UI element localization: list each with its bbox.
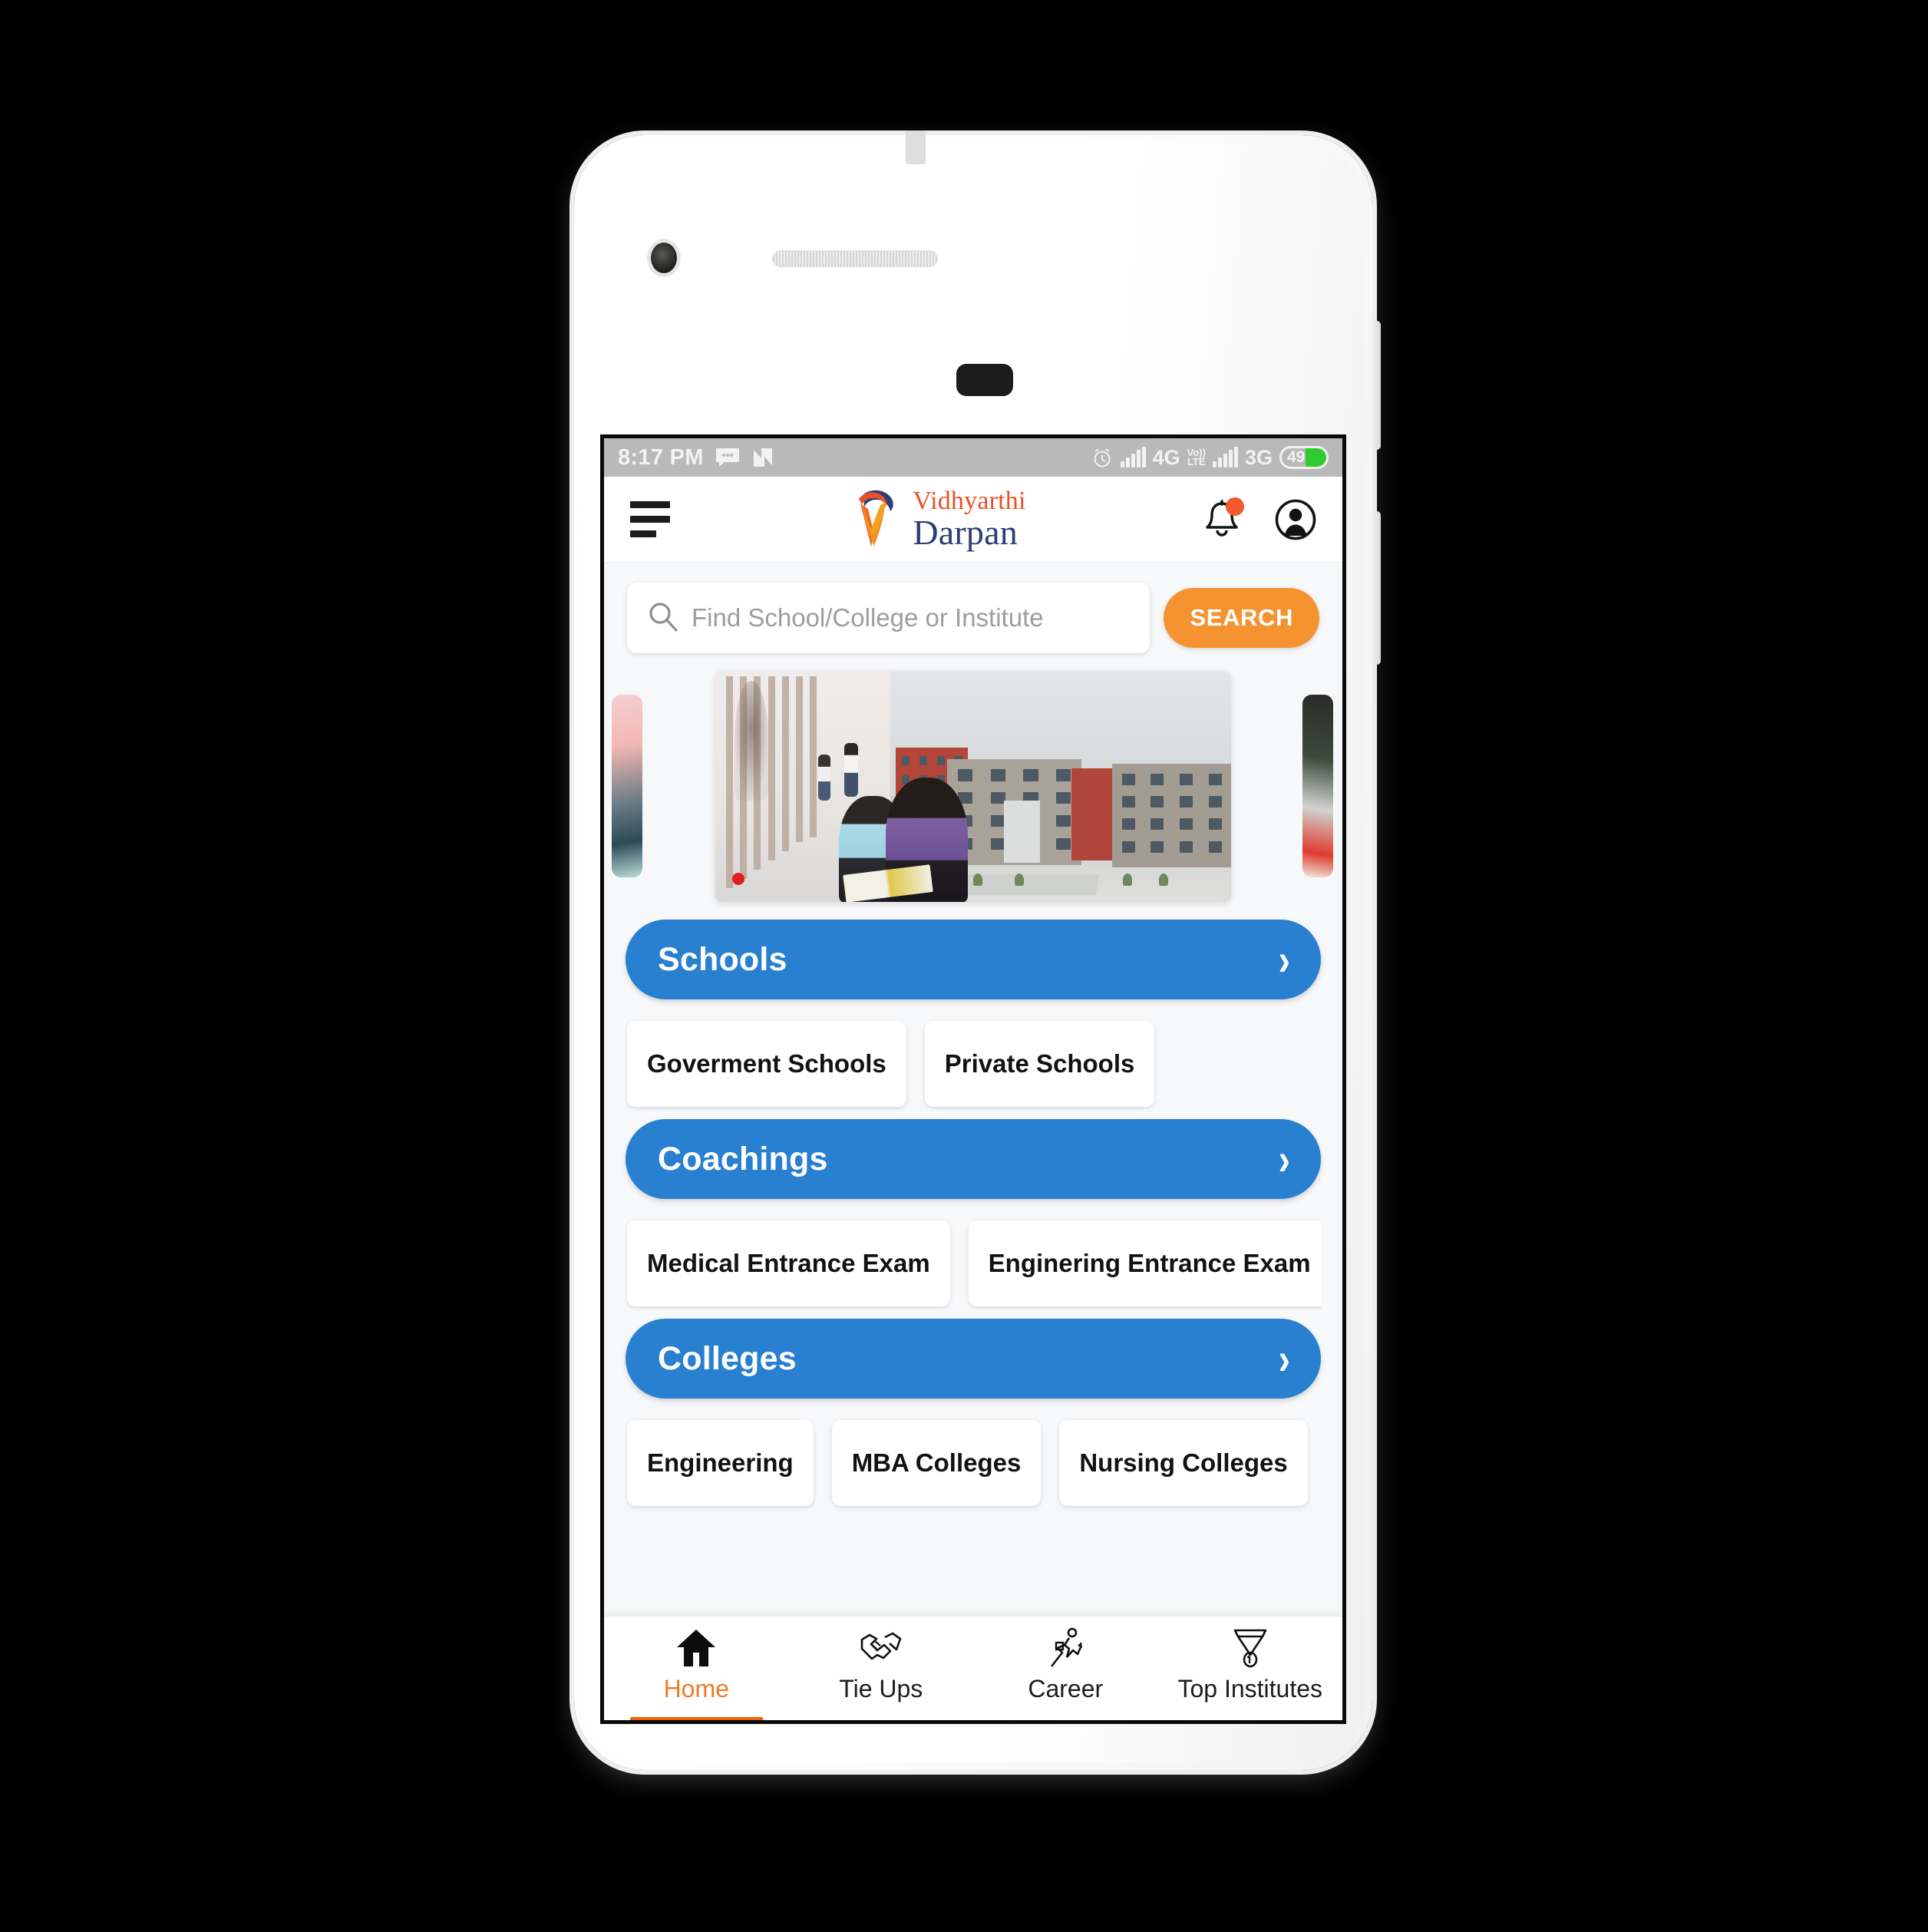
banner-person-2	[844, 742, 858, 797]
volume-button[interactable]	[1370, 511, 1381, 665]
brand-name-line-1: Vidhyarthi	[913, 487, 1026, 516]
volte-bottom: LTE	[1187, 456, 1206, 467]
carousel-slide-active[interactable]	[715, 671, 1231, 902]
section-header-colleges[interactable]: Colleges ›	[626, 1319, 1321, 1399]
medal-icon	[1230, 1626, 1270, 1670]
section-coachings: Coachings › Medical Entrance Exam Engine…	[604, 1119, 1342, 1311]
nav-item-career[interactable]: Career	[973, 1617, 1158, 1720]
section-schools: Schools › Goverment Schools Private Scho…	[604, 920, 1342, 1111]
power-button[interactable]	[1370, 321, 1381, 450]
search-field-wrapper[interactable]	[627, 583, 1151, 653]
search-input[interactable]	[692, 603, 1131, 632]
career-growth-icon	[1044, 1626, 1087, 1670]
sensor-notch	[956, 364, 1013, 396]
battery-fill	[1306, 448, 1326, 467]
chip-goverment-schools[interactable]: Goverment Schools	[627, 1021, 906, 1107]
app-scroll-body[interactable]: SEARCH	[604, 563, 1343, 1720]
nav-label-career: Career	[1028, 1675, 1104, 1702]
chevron-right-icon: ›	[1278, 934, 1290, 985]
phone-screen: 8:17 PM 4G Vo)) LTE 3G 49 Vidhyarthi Dar…	[600, 434, 1346, 1724]
sms-icon	[715, 447, 741, 468]
carousel-indicator-dot[interactable]	[732, 872, 744, 885]
banner-building-grey-2	[1112, 763, 1231, 867]
battery-level-label: 49	[1287, 448, 1306, 466]
search-button[interactable]: SEARCH	[1164, 588, 1319, 648]
earpiece-speaker	[772, 250, 938, 267]
hamburger-menu-icon[interactable]	[630, 501, 673, 537]
bottom-navigation-bar: Home Tie Ups Career Top Institutes	[604, 1616, 1343, 1720]
banner-entrance	[1004, 800, 1041, 863]
phone-device-frame: 8:17 PM 4G Vo)) LTE 3G 49 Vidhyarthi Dar…	[574, 130, 1381, 1770]
nav-item-top-institutes[interactable]: Top Institutes	[1158, 1617, 1343, 1720]
signal-bars-3g-icon	[1212, 447, 1238, 467]
banner-person-1	[818, 754, 831, 801]
menu-bar-2	[630, 516, 670, 523]
handshake-icon	[859, 1626, 903, 1670]
signal-bars-4g-icon	[1120, 447, 1146, 467]
status-bar: 8:17 PM 4G Vo)) LTE 3G 49	[604, 438, 1342, 477]
menu-bar-1	[630, 501, 670, 508]
chevron-right-icon: ›	[1278, 1134, 1290, 1184]
section-header-coachings[interactable]: Coachings ›	[626, 1119, 1321, 1199]
chip-row-schools[interactable]: Goverment Schools Private Schools	[626, 999, 1321, 1111]
app-header: Vidhyarthi Darpan	[604, 477, 1342, 563]
volte-icon: Vo)) LTE	[1187, 447, 1206, 467]
nav-label-tie-ups: Tie Ups	[839, 1675, 923, 1702]
banner-carousel[interactable]	[604, 671, 1342, 902]
antenna-band	[906, 130, 926, 164]
chip-enginering-entrance-exam[interactable]: Enginering Entrance Exam	[968, 1220, 1321, 1306]
nfc-n-icon	[751, 446, 774, 469]
network-type-3g: 3G	[1244, 445, 1273, 469]
menu-bar-3	[630, 530, 656, 537]
chip-mba-colleges[interactable]: MBA Colleges	[831, 1420, 1042, 1506]
nav-item-tie-ups[interactable]: Tie Ups	[789, 1617, 974, 1720]
brand-name-line-2: Darpan	[913, 512, 1018, 552]
search-icon	[647, 600, 679, 636]
section-colleges: Colleges › Engineering MBA Colleges Nurs…	[604, 1319, 1342, 1511]
chip-row-colleges[interactable]: Engineering MBA Colleges Nursing College…	[626, 1399, 1321, 1511]
section-header-schools[interactable]: Schools ›	[626, 920, 1321, 999]
nav-label-top-institutes: Top Institutes	[1177, 1675, 1323, 1702]
status-bar-clock: 8:17 PM	[618, 444, 704, 470]
chip-engineering[interactable]: Engineering	[627, 1420, 814, 1506]
logo-mark-icon	[859, 490, 894, 547]
carousel-slide-previous[interactable]	[612, 695, 642, 877]
chip-nursing-colleges[interactable]: Nursing Colleges	[1059, 1420, 1308, 1506]
section-title-coachings: Coachings	[658, 1140, 828, 1177]
front-camera-icon	[651, 243, 677, 273]
section-title-schools: Schools	[658, 940, 787, 978]
chevron-right-icon: ›	[1278, 1333, 1290, 1384]
chip-row-coachings[interactable]: Medical Entrance Exam Enginering Entranc…	[626, 1199, 1321, 1311]
search-row: SEARCH	[604, 563, 1342, 670]
notification-badge	[1225, 497, 1244, 516]
nav-active-indicator	[629, 1717, 763, 1720]
nav-item-home[interactable]: Home	[604, 1617, 789, 1720]
chip-medical-entrance-exam[interactable]: Medical Entrance Exam	[627, 1220, 950, 1306]
nav-label-home: Home	[663, 1675, 729, 1702]
brand-logo[interactable]: Vidhyarthi Darpan	[853, 487, 1025, 553]
battery-icon: 49	[1279, 446, 1329, 469]
profile-avatar-icon[interactable]	[1275, 499, 1316, 540]
section-title-colleges: Colleges	[658, 1339, 797, 1377]
chip-private-schools[interactable]: Private Schools	[924, 1021, 1155, 1107]
home-icon	[675, 1626, 718, 1670]
carousel-slide-next[interactable]	[1302, 695, 1333, 877]
alarm-clock-icon	[1091, 446, 1114, 469]
network-type-4g: 4G	[1152, 445, 1180, 469]
notification-bell-icon[interactable]	[1203, 497, 1244, 540]
